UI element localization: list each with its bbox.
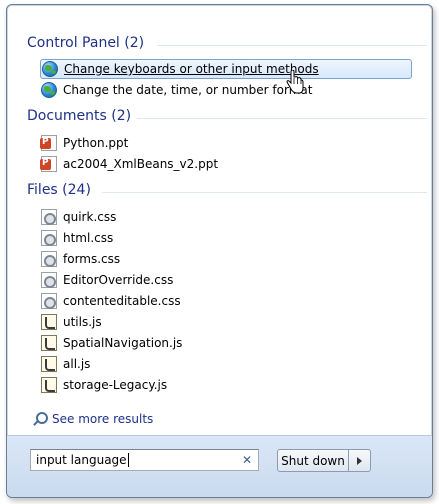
group-divider xyxy=(157,45,427,46)
result-all-js[interactable]: all.js xyxy=(41,354,90,374)
result-label: storage-Legacy.js xyxy=(63,378,168,392)
css-file-icon xyxy=(41,209,57,225)
result-label: SpatialNavigation.js xyxy=(63,336,183,350)
result-label: Change keyboards or other input methods xyxy=(64,62,319,76)
group-divider xyxy=(102,192,427,193)
result-forms-css[interactable]: forms.css xyxy=(41,249,120,269)
result-python-ppt[interactable]: Python.ppt xyxy=(40,133,129,153)
shutdown-options-button[interactable] xyxy=(349,449,371,472)
group-header-files[interactable]: Files (24) xyxy=(27,182,91,198)
result-quirk-css[interactable]: quirk.css xyxy=(41,207,116,227)
js-file-icon xyxy=(41,335,57,351)
start-menu: Control Panel (2) Change keyboards or ot… xyxy=(6,4,433,498)
arrow-right-icon xyxy=(357,456,362,465)
group-divider xyxy=(137,118,427,119)
powerpoint-icon xyxy=(40,156,57,172)
css-file-icon xyxy=(41,251,57,267)
see-more-label: See more results xyxy=(52,412,154,426)
css-file-icon xyxy=(41,272,57,288)
shutdown-group: Shut down xyxy=(277,449,371,472)
result-label: contenteditable.css xyxy=(63,294,181,308)
result-label: html.css xyxy=(63,231,114,245)
result-change-keyboards[interactable]: Change keyboards or other input methods xyxy=(40,59,412,79)
search-input[interactable]: input language ✕ xyxy=(30,449,259,471)
result-xmlbeans-ppt[interactable]: ac2004_XmlBeans_v2.ppt xyxy=(40,154,219,174)
result-label: all.js xyxy=(63,357,91,371)
globe-icon xyxy=(41,82,57,98)
js-file-icon xyxy=(41,314,57,330)
see-more-results-link[interactable]: See more results xyxy=(33,412,153,426)
js-file-icon xyxy=(41,356,57,372)
css-file-icon xyxy=(41,293,57,309)
result-label: EditorOverride.css xyxy=(63,273,174,287)
css-file-icon xyxy=(41,230,57,246)
result-label: Change the date, time, or number format xyxy=(63,83,313,97)
result-spatialnavigation-js[interactable]: SpatialNavigation.js xyxy=(41,333,182,353)
result-change-date-time[interactable]: Change the date, time, or number format xyxy=(41,80,312,100)
hand-cursor-icon xyxy=(286,70,304,94)
globe-icon xyxy=(42,61,58,77)
shutdown-button[interactable]: Shut down xyxy=(277,449,349,472)
search-input-value: input language xyxy=(36,453,127,467)
group-header-control-panel[interactable]: Control Panel (2) xyxy=(27,35,144,51)
close-icon[interactable]: ✕ xyxy=(242,453,252,467)
group-header-documents[interactable]: Documents (2) xyxy=(27,108,131,124)
result-storage-legacy-js[interactable]: storage-Legacy.js xyxy=(41,375,167,395)
result-label: utils.js xyxy=(63,315,102,329)
start-menu-bottom-bar: input language ✕ Shut down xyxy=(7,435,432,497)
search-icon xyxy=(33,412,48,426)
result-utils-js[interactable]: utils.js xyxy=(41,312,102,332)
result-contenteditable-css[interactable]: contenteditable.css xyxy=(41,291,181,311)
powerpoint-icon xyxy=(40,135,57,151)
result-html-css[interactable]: html.css xyxy=(41,228,113,248)
js-file-icon xyxy=(41,377,57,393)
result-editoroverride-css[interactable]: EditorOverride.css xyxy=(41,270,173,290)
text-caret xyxy=(127,453,129,467)
result-label: ac2004_XmlBeans_v2.ppt xyxy=(63,157,219,171)
result-label: Python.ppt xyxy=(63,136,129,150)
result-label: quirk.css xyxy=(63,210,117,224)
result-label: forms.css xyxy=(63,252,121,266)
